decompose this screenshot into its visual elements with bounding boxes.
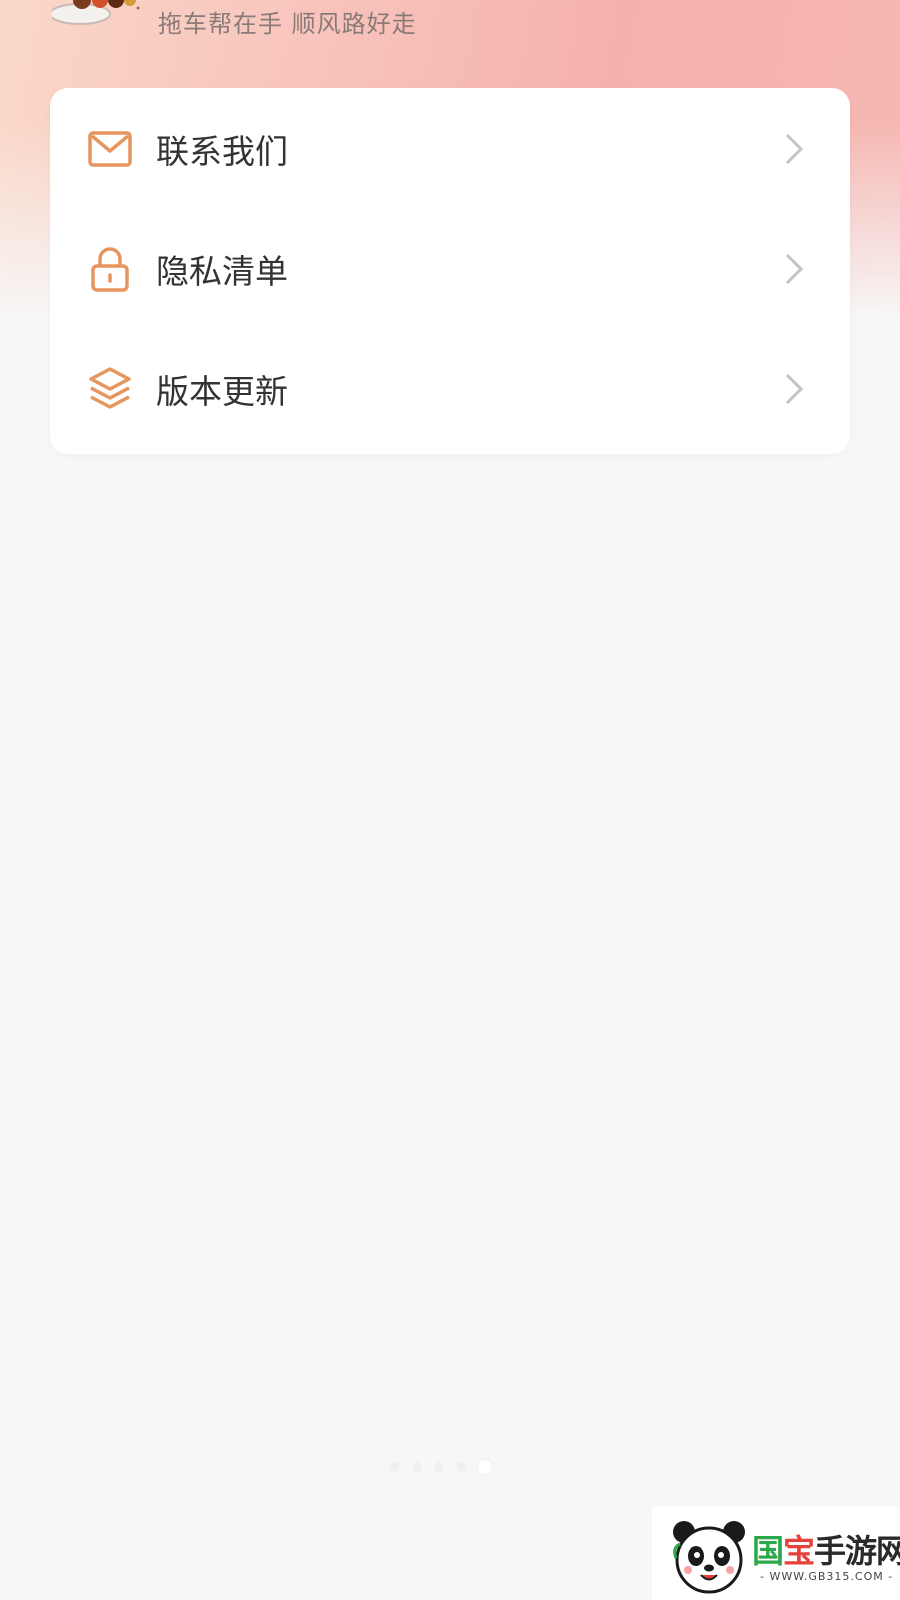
page-dot [412,1462,422,1472]
menu-item-label: 隐私清单 [156,252,288,291]
mail-icon [86,125,134,173]
menu-item-contact-us[interactable]: 联系我们 [50,88,850,210]
app-logo-icon [52,0,140,25]
menu-item-privacy-list[interactable]: 隐私清单 [50,208,850,330]
chevron-right-icon [785,133,804,165]
page-dot [456,1462,466,1472]
chevron-right-icon [785,373,804,405]
watermark-title: 国宝手游网 [752,1532,900,1570]
panda-logo-icon [673,1521,745,1594]
settings-menu: 联系我们 隐私清单 版本更新 [50,88,850,454]
menu-item-version-update[interactable]: 版本更新 [50,328,850,450]
layers-icon [86,365,134,413]
app-tagline: 拖车帮在手 顺风路好走 [158,10,417,38]
watermark-url: - WWW.GB315.COM - [760,1570,894,1583]
page-dot [390,1462,400,1472]
page-dot-active [478,1460,492,1474]
page-indicator [390,1460,492,1474]
chevron-right-icon [785,253,804,285]
lock-icon [86,245,134,293]
page-dot [434,1462,444,1472]
menu-item-label: 联系我们 [156,132,288,171]
menu-item-label: 版本更新 [156,372,288,411]
site-watermark: 国宝手游网 - WWW.GB315.COM - [652,1506,900,1600]
